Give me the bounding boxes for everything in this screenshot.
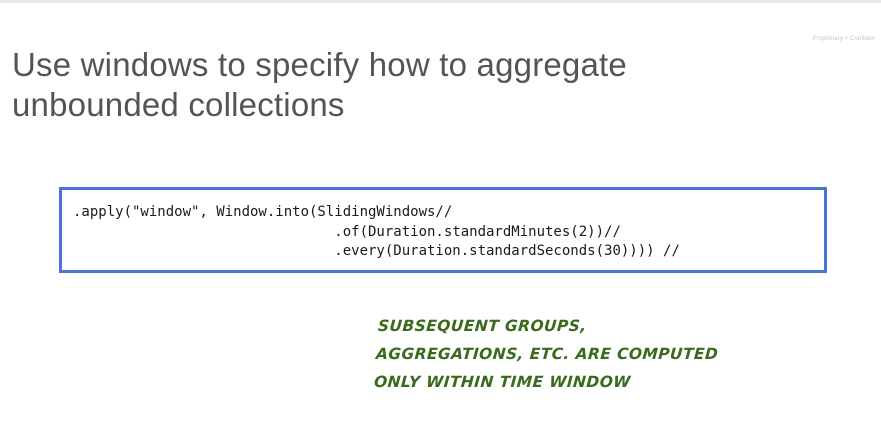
annotation-line-3: ONLY WITHIN TIME WINDOW (373, 373, 632, 391)
slide-title-line-2: unbounded collections (12, 86, 345, 123)
code-snippet-box: .apply("window", Window.into(SlidingWind… (59, 187, 827, 273)
annotation-line-1: SUBSEQUENT GROUPS, (377, 317, 588, 335)
code-line-1: .apply("window", Window.into(SlidingWind… (73, 204, 453, 220)
code-snippet: .apply("window", Window.into(SlidingWind… (73, 203, 680, 262)
confidentiality-label: Proprietary + Confiden (812, 36, 875, 42)
slide-title-line-1: Use windows to specify how to aggregate (12, 46, 627, 83)
annotation-line-2: AGGREGATIONS, ETC. ARE COMPUTED (375, 345, 719, 363)
handwritten-annotation: SUBSEQUENT GROUPS, AGGREGATIONS, ETC. AR… (373, 312, 721, 396)
code-line-3: .every(Duration.standardSeconds(30)))) /… (73, 243, 680, 259)
top-divider (0, 0, 881, 3)
slide-title: Use windows to specify how to aggregate … (12, 45, 772, 125)
code-line-2: .of(Duration.standardMinutes(2))// (73, 223, 621, 240)
